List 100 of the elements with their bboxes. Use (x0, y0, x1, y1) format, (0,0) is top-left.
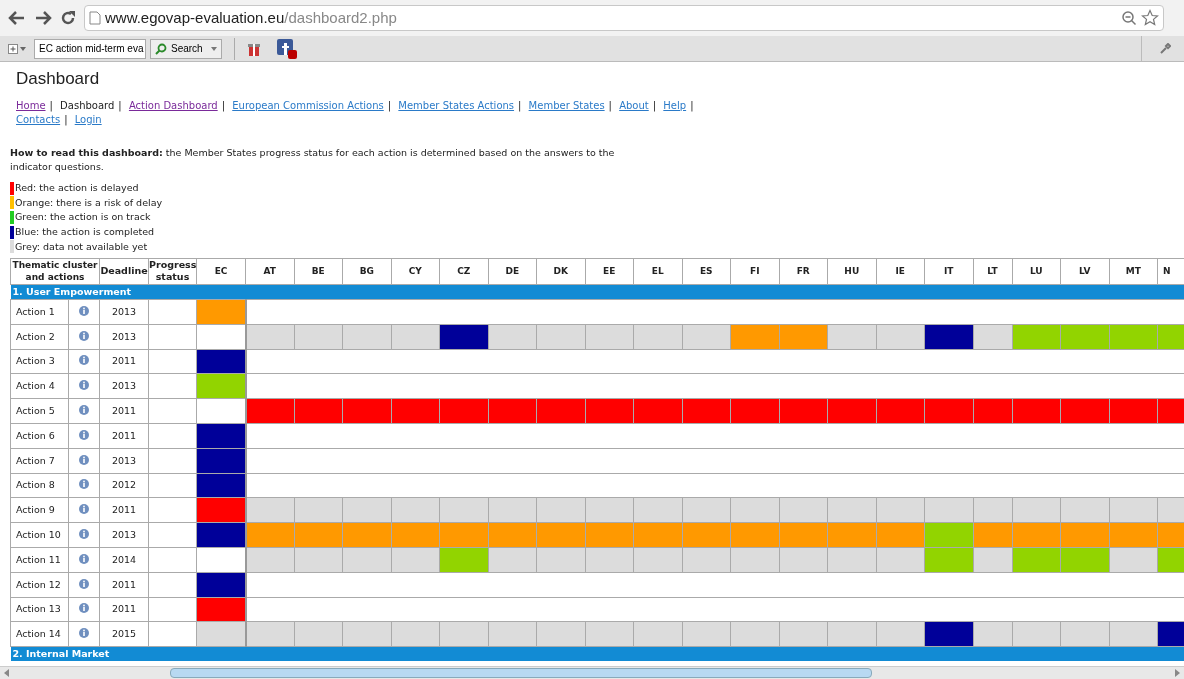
info-icon[interactable] (79, 528, 89, 539)
legend-label: Orange: there is a risk of delay (15, 195, 163, 210)
page-title: Dashboard (16, 68, 101, 90)
info-icon[interactable] (79, 628, 89, 639)
legend-label: Grey: data not available yet (15, 239, 148, 254)
nav-separator: | (117, 100, 123, 111)
info-icon[interactable] (79, 355, 89, 366)
column-header: HU (827, 258, 876, 285)
reload-icon[interactable] (60, 10, 76, 26)
info-icon[interactable] (79, 479, 89, 490)
deadline-cell: 2011 (99, 398, 149, 424)
nav-link[interactable]: About (619, 100, 649, 111)
search-icon (155, 42, 167, 55)
info-icon[interactable] (79, 380, 89, 391)
legend-label: Red: the action is delayed (15, 181, 139, 196)
star-icon[interactable] (1141, 9, 1159, 27)
column-header: Deadline (99, 258, 149, 285)
nav-link[interactable]: Member States Actions (398, 100, 515, 111)
url-text: www.egovap-evaluation.eu/dashboard2.php (105, 7, 397, 28)
column-header: EC (196, 258, 246, 285)
column-header: Progress status (148, 258, 197, 285)
nav-link[interactable]: Help (663, 100, 687, 111)
scroll-right-icon[interactable] (1173, 669, 1181, 677)
action-name: Action 12 (10, 572, 69, 598)
action-name: Action 2 (10, 324, 69, 350)
action-name: Action 4 (10, 373, 69, 399)
info-icon[interactable] (79, 429, 89, 440)
nav-link[interactable]: Login (74, 114, 102, 125)
info-icon[interactable] (79, 553, 89, 564)
search-field[interactable]: EC action mid-term eva (34, 38, 146, 59)
scroll-left-icon[interactable] (3, 669, 11, 677)
action-name: Action 9 (10, 497, 69, 523)
column-header: LV (1060, 258, 1109, 285)
nav-link[interactable]: Home (16, 100, 46, 111)
deadline-cell: 2013 (99, 324, 149, 350)
action-name: Action 11 (10, 547, 69, 573)
search-button[interactable]: Search (150, 38, 222, 59)
column-header: LT (973, 258, 1012, 285)
info-icon[interactable] (79, 404, 89, 415)
address-bar[interactable]: www.egovap-evaluation.eu/dashboard2.php (84, 5, 1164, 31)
column-header: IT (924, 258, 973, 285)
column-header: BG (342, 258, 391, 285)
add-icon[interactable] (8, 43, 18, 54)
column-header: FR (779, 258, 828, 285)
deadline-cell: 2015 (99, 621, 149, 647)
nav-link[interactable]: Action Dashboard (128, 100, 218, 111)
deadline-cell: 2012 (99, 473, 149, 498)
deadline-cell: 2014 (99, 547, 149, 573)
horizontal-scrollbar[interactable] (0, 666, 1184, 679)
info-icon[interactable] (79, 578, 89, 589)
info-icon[interactable] (79, 603, 89, 614)
deadline-cell: 2011 (99, 423, 149, 449)
action-name: Action 1 (10, 299, 69, 325)
column-header: CY (391, 258, 440, 285)
action-name: Action 14 (10, 621, 69, 647)
intro-paragraph: How to read this dashboard: the Member States progress status for each action is determined based on the answers to the indicator questions. (10, 146, 616, 174)
zoom-out-icon[interactable] (1121, 10, 1137, 26)
deadline-cell: 2013 (99, 373, 149, 399)
column-header: MT (1109, 258, 1158, 285)
column-header: DE (488, 258, 537, 285)
deadline-cell: 2013 (99, 299, 149, 325)
info-icon[interactable] (79, 305, 89, 316)
deadline-cell: 2011 (99, 497, 149, 523)
action-name: Action 5 (10, 398, 69, 424)
info-icon[interactable] (79, 454, 89, 465)
scrollbar-thumb[interactable] (170, 668, 872, 678)
social-icon[interactable] (276, 38, 297, 59)
column-header: DK (536, 258, 585, 285)
info-icon[interactable] (79, 504, 89, 515)
column-header: EL (633, 258, 682, 285)
nav-separator: | (386, 100, 393, 111)
nav-separator: | (220, 100, 227, 111)
column-header: BE (294, 258, 343, 285)
nav-link[interactable]: Member States (528, 100, 605, 111)
column-header: LU (1012, 258, 1061, 285)
nav-link[interactable]: Contacts (16, 114, 61, 125)
deadline-cell: 2011 (99, 572, 149, 598)
forward-icon[interactable] (34, 10, 52, 26)
action-name: Action 13 (10, 597, 69, 622)
action-name: Action 6 (10, 423, 69, 449)
column-header: N (1157, 258, 1184, 285)
column-header: FI (730, 258, 779, 285)
deadline-cell: 2011 (99, 349, 149, 374)
column-header: CZ (439, 258, 488, 285)
legend-label: Blue: the action is completed (15, 224, 155, 239)
nav-separator: | (63, 114, 69, 125)
wrench-icon[interactable] (1159, 42, 1171, 55)
column-header: Thematic cluster and actions (10, 258, 100, 285)
back-icon[interactable] (8, 10, 26, 26)
info-icon[interactable] (79, 330, 89, 341)
column-header: EE (585, 258, 634, 285)
nav-link[interactable]: European Commission Actions (232, 100, 384, 111)
action-name: Action 8 (10, 473, 69, 498)
column-header: AT (245, 258, 294, 285)
dropdown-arrow-icon[interactable] (20, 46, 26, 51)
deadline-cell: 2013 (99, 522, 149, 548)
nav-separator: | (607, 100, 613, 111)
deadline-cell: 2013 (99, 448, 149, 474)
legend-label: Green: the action is on track (15, 210, 151, 225)
action-name: Action 10 (10, 522, 69, 548)
